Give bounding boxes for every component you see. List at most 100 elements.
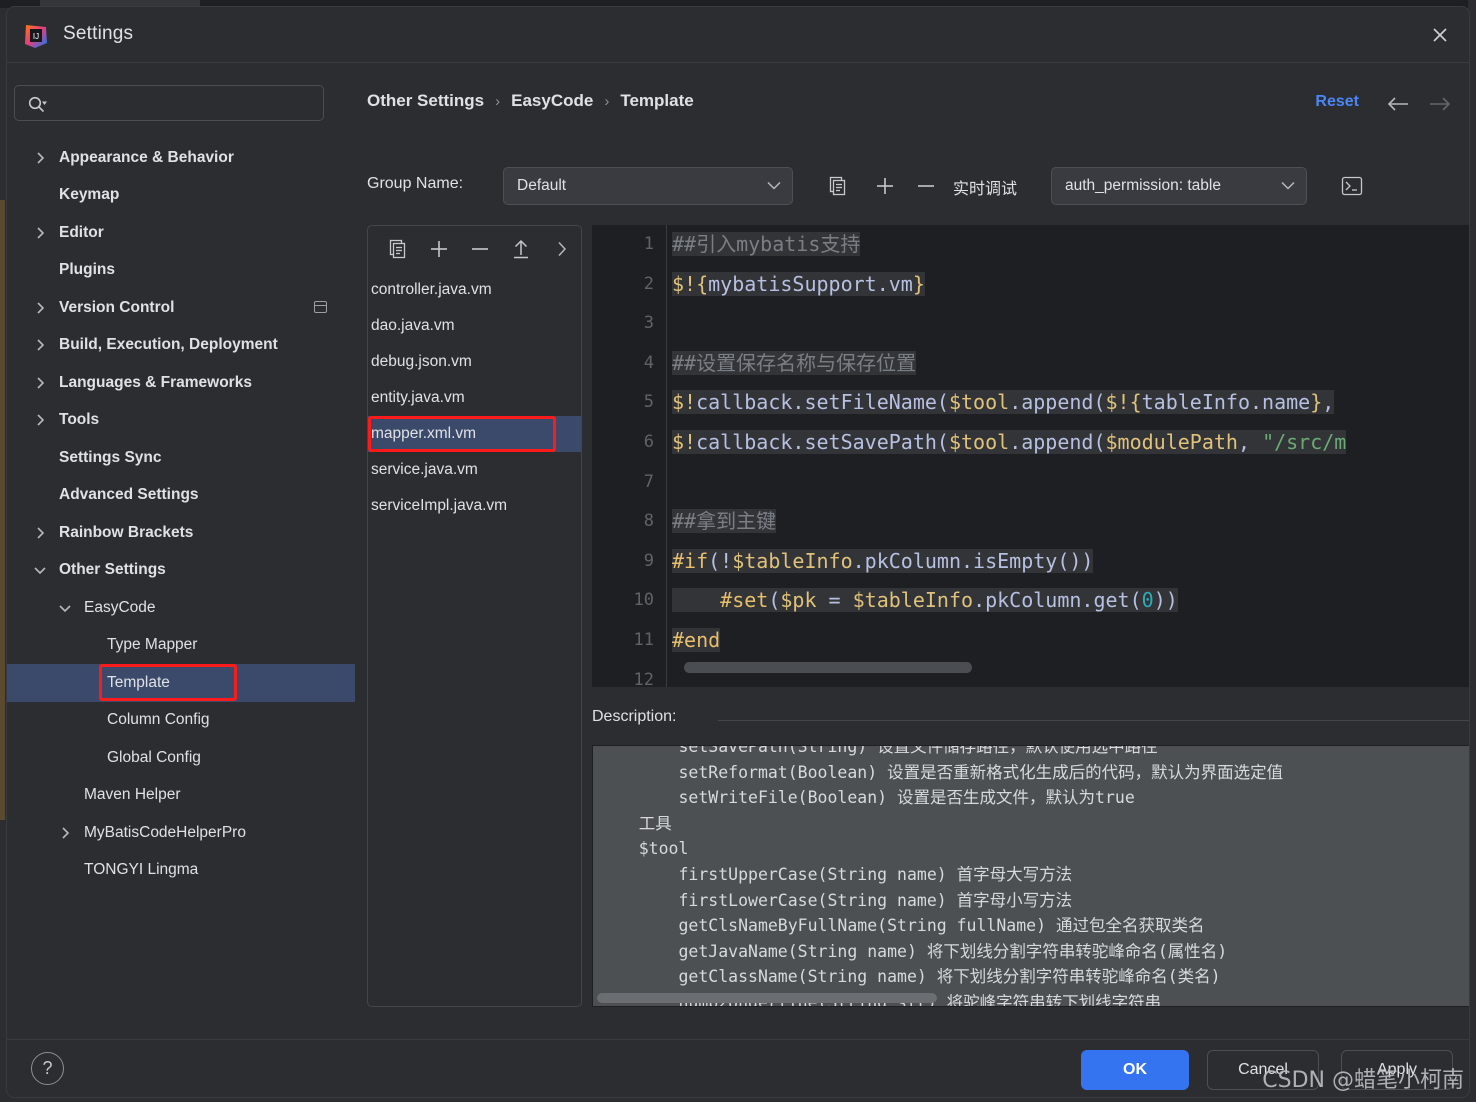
file-list-item[interactable]: service.java.vm — [368, 452, 581, 488]
remove-file-icon[interactable] — [466, 236, 493, 263]
editor-code-line: #end — [672, 627, 721, 652]
breadcrumb-item[interactable]: Template — [620, 91, 693, 111]
description-horizontal-scrollbar[interactable] — [597, 993, 937, 1003]
editor-code-line: #if(!$tableInfo.pkColumn.isEmpty()) — [672, 548, 1094, 573]
editor-line-number: 12 — [633, 669, 654, 687]
sidebar-item-label: Template — [107, 673, 170, 691]
sidebar-item-type-mapper[interactable]: Type Mapper — [7, 627, 355, 665]
chevron-down-icon[interactable] — [57, 600, 73, 616]
copy-file-icon[interactable] — [384, 236, 411, 263]
help-button[interactable]: ? — [31, 1052, 64, 1085]
debug-table-value: auth_permission: table — [1065, 177, 1221, 194]
sidebar-item-label: Advanced Settings — [59, 486, 199, 504]
sidebar-item-advanced-settings[interactable]: Advanced Settings — [7, 477, 355, 515]
description-box[interactable]: setSavePath(String) 设置文件储存路径，默认使用选中路径 se… — [592, 745, 1469, 1007]
sidebar-item-label: Type Mapper — [107, 636, 198, 654]
sidebar-item-languages-frameworks[interactable]: Languages & Frameworks — [7, 364, 355, 402]
sidebar-item-version-control[interactable]: Version Control — [7, 289, 355, 327]
editor-line-number: 9 — [643, 550, 654, 571]
sidebar-item-mybatiscodehelperpro[interactable]: MyBatisCodeHelperPro — [7, 814, 355, 852]
editor-code-line: $!{mybatisSupport.vm} — [672, 271, 925, 296]
sidebar-item-label: Other Settings — [59, 561, 166, 579]
editor-code-line: ##引入mybatis支持 — [672, 232, 861, 256]
editor-line-number: 3 — [643, 313, 654, 334]
editor-line-number: 4 — [643, 352, 654, 373]
template-code-editor[interactable]: 1 2 3 4 5 6 7 8 9 10 11 12 ##引入mybatis支持 $!{mybatisS… — [592, 225, 1469, 687]
sidebar-item-maven-helper[interactable]: Maven Helper — [7, 777, 355, 815]
group-name-value: Default — [517, 177, 567, 194]
chevron-right-icon[interactable] — [32, 525, 48, 541]
arrow-right-icon — [1427, 91, 1453, 117]
template-file-list: controller.java.vm dao.java.vm debug.json.… — [368, 272, 581, 524]
sidebar-item-tools[interactable]: Tools — [7, 402, 355, 440]
sidebar-item-keymap[interactable]: Keymap — [7, 177, 355, 215]
sidebar-item-label: Appearance & Behavior — [59, 148, 234, 166]
reset-link[interactable]: Reset — [1315, 93, 1359, 111]
ok-button[interactable]: OK — [1081, 1050, 1189, 1090]
settings-sidebar: Appearance & Behavior Keymap Editor Plugins… — [7, 63, 355, 1040]
sidebar-item-build-execution-deployment[interactable]: Build, Execution, Deployment — [7, 327, 355, 365]
search-icon — [27, 95, 47, 120]
search-box[interactable] — [14, 85, 324, 121]
search-input[interactable] — [59, 86, 317, 120]
chevron-right-icon[interactable] — [32, 300, 48, 316]
chevron-down-icon[interactable] — [32, 562, 48, 578]
sidebar-item-global-config[interactable]: Global Config — [7, 739, 355, 777]
sidebar-item-easycode[interactable]: EasyCode — [7, 589, 355, 627]
sidebar-item-tongyi-lingma[interactable]: TONGYI Lingma — [7, 852, 355, 890]
chevron-right-icon[interactable] — [32, 412, 48, 428]
chevron-right-icon[interactable] — [57, 825, 73, 841]
description-label: Description: — [592, 708, 677, 725]
file-list-item[interactable]: controller.java.vm — [368, 272, 581, 308]
breadcrumb-item[interactable]: Other Settings — [367, 91, 484, 111]
chevron-right-icon[interactable] — [32, 150, 48, 166]
editor-line-number: 10 — [633, 590, 654, 611]
debug-table-select[interactable]: auth_permission: table — [1051, 167, 1307, 205]
chevron-right-icon[interactable] — [32, 225, 48, 241]
description-header: Description: — [592, 708, 1469, 734]
sidebar-item-label: Maven Helper — [84, 786, 181, 804]
add-group-icon[interactable] — [872, 173, 898, 199]
sidebar-item-rainbow-brackets[interactable]: Rainbow Brackets — [7, 514, 355, 552]
file-list-item[interactable]: entity.java.vm — [368, 380, 581, 416]
sidebar-item-column-config[interactable]: Column Config — [7, 702, 355, 740]
description-text: setSavePath(String) 设置文件储存路径，默认使用选中路径 se… — [638, 745, 1284, 1007]
editor-code-line: ##拿到主键 — [672, 509, 777, 534]
upload-file-icon[interactable] — [507, 236, 534, 263]
terminal-icon[interactable] — [1339, 173, 1365, 199]
file-list-item[interactable]: mapper.xml.vm — [368, 416, 581, 452]
sidebar-item-label: Build, Execution, Deployment — [59, 336, 278, 354]
file-list-item[interactable]: serviceImpl.java.vm — [368, 488, 581, 524]
chevron-down-icon — [1281, 177, 1295, 195]
file-list-item[interactable]: dao.java.vm — [368, 308, 581, 344]
remove-group-icon[interactable] — [913, 173, 939, 199]
breadcrumb-item[interactable]: EasyCode — [511, 91, 593, 111]
sidebar-item-editor[interactable]: Editor — [7, 214, 355, 252]
group-toolbar: Group Name: Default 实时调试 auth_permission… — [367, 165, 1457, 207]
close-icon[interactable] — [1421, 17, 1459, 53]
copy-group-icon[interactable] — [825, 173, 851, 199]
editor-horizontal-scrollbar[interactable] — [684, 662, 972, 673]
sidebar-item-appearance-behavior[interactable]: Appearance & Behavior — [7, 139, 355, 177]
arrow-left-icon[interactable] — [1385, 91, 1411, 117]
template-file-panel: controller.java.vm dao.java.vm debug.json.… — [367, 225, 582, 1007]
chevron-right-icon[interactable] — [32, 337, 48, 353]
sidebar-item-plugins[interactable]: Plugins — [7, 252, 355, 290]
editor-line-number: 1 — [643, 234, 654, 254]
chevron-right-icon[interactable] — [548, 236, 575, 263]
settings-main-panel: Other Settings › EasyCode › Template Reset G… — [355, 63, 1469, 1040]
sidebar-item-settings-sync[interactable]: Settings Sync — [7, 439, 355, 477]
ide-left-accent-strip — [0, 200, 5, 820]
group-name-select[interactable]: Default — [503, 167, 793, 205]
editor-line-numbers: 1 2 3 4 5 6 7 8 9 10 11 12 — [592, 225, 666, 687]
sidebar-item-label: Tools — [59, 411, 100, 429]
sidebar-item-template[interactable]: Template — [7, 664, 355, 702]
file-list-item[interactable]: debug.json.vm — [368, 344, 581, 380]
editor-code-line: $!callback.setSavePath($tool.append($mod… — [672, 429, 1347, 454]
sidebar-item-other-settings[interactable]: Other Settings — [7, 552, 355, 590]
editor-code-area[interactable]: ##引入mybatis支持 $!{mybatisSupport.vm} ##设置保存… — [666, 225, 1469, 687]
chevron-right-icon[interactable] — [32, 375, 48, 391]
add-file-icon[interactable] — [425, 236, 452, 263]
editor-code-line: #set($pk = $tableInfo.pkColumn.get(0)) — [667, 581, 1469, 621]
file-panel-toolbar — [368, 226, 581, 272]
